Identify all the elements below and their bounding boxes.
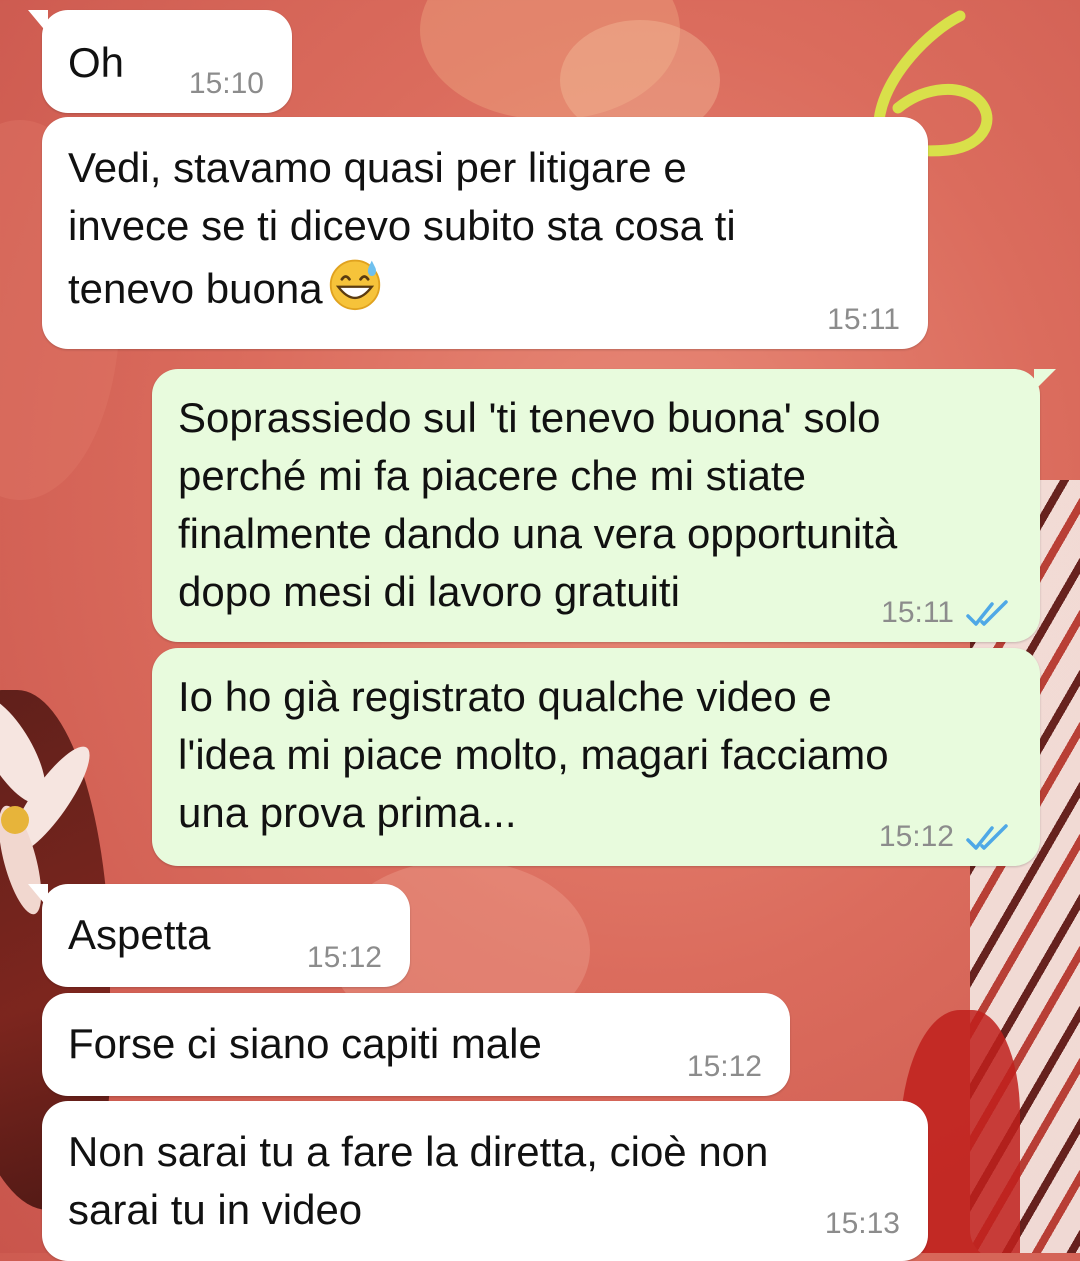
incoming-message-bubble[interactable]: Vedi, stavamo quasi per litigare e invec… [42,117,928,349]
incoming-message-bubble[interactable]: Aspetta 15:12 [28,884,410,987]
bubble-tail [1034,369,1056,391]
message-timestamp: 15:12 [878,820,954,853]
message-timestamp: 15:12 [686,1050,762,1083]
message-timestamp: 15:10 [188,67,264,100]
message-meta: 15:12 [879,820,1012,854]
message-meta: 15:12 [307,941,382,975]
message-text: Io ho già registrato qualche video e l'i… [178,673,889,836]
double-check-read-icon [966,824,1008,850]
message-timestamp: 15:12 [306,941,382,974]
message-text: Soprassiedo sul 'ti tenevo buona' solo p… [178,394,898,615]
incoming-message-bubble[interactable]: Oh 15:10 [28,10,292,113]
message-meta: 15:12 [687,1050,762,1084]
double-check-read-icon [966,600,1008,626]
message-meta: 15:11 [881,596,1012,630]
message-meta: 15:11 [827,303,900,337]
message-timestamp: 15:11 [827,303,900,336]
message-timestamp: 15:11 [881,596,954,629]
message-meta: 15:13 [825,1207,900,1241]
bubble-tail [28,10,48,34]
message-text: Forse ci siano capiti male [68,1020,542,1067]
message-meta: 15:10 [189,67,264,101]
outgoing-message-bubble[interactable]: Io ho già registrato qualche video e l'i… [152,648,1040,866]
message-text: Vedi, stavamo quasi per litigare e invec… [68,144,736,312]
grinning-face-with-sweat-emoji [329,259,380,311]
message-text: Non sarai tu a fare la diretta, cioè non… [68,1128,769,1233]
outgoing-message-bubble[interactable]: Soprassiedo sul 'ti tenevo buona' solo p… [152,369,1056,642]
message-timestamp: 15:13 [824,1207,900,1240]
incoming-message-bubble[interactable]: Forse ci siano capiti male 15:12 [42,993,790,1096]
incoming-message-bubble[interactable]: Non sarai tu a fare la diretta, cioè non… [42,1101,928,1261]
bubble-tail [28,884,48,908]
